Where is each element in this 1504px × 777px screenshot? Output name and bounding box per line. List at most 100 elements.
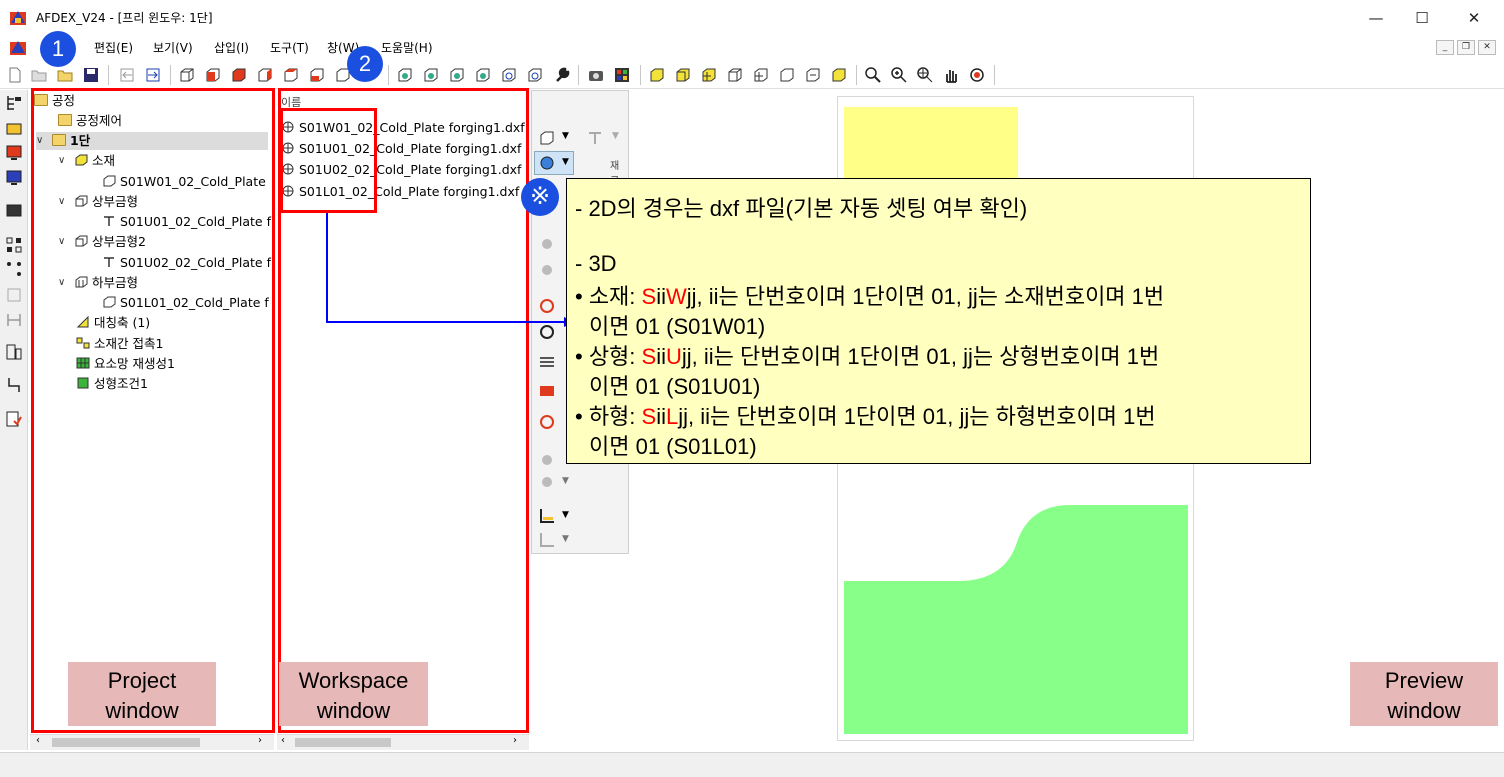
open-yellow-icon[interactable]: [56, 66, 74, 84]
color-palette-icon[interactable]: [613, 66, 631, 84]
menu-edit[interactable]: 편집(E): [94, 39, 133, 56]
toolbar-separator: [170, 65, 171, 85]
preview-lower-shape: [844, 505, 1188, 734]
friction-icon[interactable]: [538, 353, 556, 371]
axis-icon[interactable]: [538, 507, 556, 525]
menu-insert[interactable]: 삽입(I): [214, 39, 249, 56]
hidden-line-icon[interactable]: [778, 66, 796, 84]
heat-icon[interactable]: [538, 381, 556, 399]
save-icon[interactable]: [82, 66, 100, 84]
mdi-restore-button[interactable]: ❐: [1457, 40, 1475, 55]
main-toolbar: [0, 60, 1504, 89]
cube-view-icon[interactable]: [178, 66, 196, 84]
export-icon[interactable]: [144, 66, 162, 84]
measure-icon[interactable]: [5, 311, 23, 329]
zoom-in-icon[interactable]: [890, 66, 908, 84]
callout-upper-example: 이면 01 (S01U01): [589, 374, 761, 399]
wireframe-icon[interactable]: [726, 66, 744, 84]
preview-upper-shape: [844, 107, 1018, 181]
toolbar-separator: [994, 65, 995, 85]
cube-front-icon[interactable]: [204, 66, 222, 84]
pan-hand-icon[interactable]: [942, 66, 960, 84]
close-button[interactable]: ✕: [1459, 6, 1489, 30]
zoom-fit-icon[interactable]: [864, 66, 882, 84]
dropdown-arrow-icon: ▼: [562, 476, 569, 486]
callout-upper-rule: • 상형: SiiUjj, ii는 단번호이며 1단이면 01, jj는 상형번…: [575, 344, 1160, 369]
report-check-icon[interactable]: [5, 410, 23, 428]
scroll-left-icon[interactable]: ‹: [281, 735, 285, 746]
step-badge-2: 2: [347, 46, 383, 82]
file-list-highlight: [280, 108, 377, 213]
dropdown-arrow-icon[interactable]: ▼: [562, 510, 569, 520]
workspace-horizontal-scrollbar[interactable]: ‹ ›: [277, 734, 529, 750]
toolbar-separator: [856, 65, 857, 85]
callout-material-rule: • 소재: SiiWjj, ii는 단번호이며 1단이면 01, jj는 소재번…: [575, 284, 1165, 309]
display-settings-icon[interactable]: [5, 203, 23, 221]
layer-shade-icon[interactable]: [830, 66, 848, 84]
iso-view3-icon[interactable]: [448, 66, 466, 84]
mesh-icon[interactable]: [752, 66, 770, 84]
globe-material-icon[interactable]: [538, 154, 556, 172]
callout-lower-rule: • 하형: SiiLjj, ii는 단번호이며 1단이면 01, jj는 하형번…: [575, 404, 1156, 429]
scrollbar-thumb[interactable]: [52, 738, 200, 747]
window-title: AFDEX_V24 - [프리 윈도우: 1단]: [36, 11, 213, 25]
tree-view-icon[interactable]: [5, 94, 23, 112]
material-add-icon[interactable]: [538, 129, 556, 147]
minimize-button[interactable]: —: [1361, 6, 1391, 30]
import-icon[interactable]: [118, 66, 136, 84]
scrollbar-thumb[interactable]: [295, 738, 391, 747]
project-horizontal-scrollbar[interactable]: ‹ ›: [30, 734, 274, 750]
menu-help[interactable]: 도움말(H): [381, 39, 433, 56]
left-icon-strip: [0, 90, 28, 750]
grid-tool-icon[interactable]: [5, 236, 23, 254]
chart-tool-icon[interactable]: [5, 343, 23, 361]
cube-solid-icon[interactable]: [230, 66, 248, 84]
hand-die-icon[interactable]: [5, 119, 23, 137]
menu-tools[interactable]: 도구(T): [270, 39, 309, 56]
condition-l-icon[interactable]: [538, 413, 556, 431]
monitor-color-icon[interactable]: [5, 144, 23, 162]
dropdown-arrow-icon[interactable]: ▼: [562, 131, 569, 141]
shade-edge-icon[interactable]: [674, 66, 692, 84]
project-window-highlight: [31, 88, 275, 733]
open-folder-icon[interactable]: [30, 66, 48, 84]
afdex-logo-icon: [10, 11, 26, 25]
iso-view4-icon[interactable]: [474, 66, 492, 84]
scroll-right-icon[interactable]: ›: [258, 735, 262, 746]
camera-icon[interactable]: [587, 66, 605, 84]
swap-view-icon[interactable]: [804, 66, 822, 84]
cube-bottom-icon[interactable]: [308, 66, 326, 84]
dropdown-arrow-icon: ▼: [562, 534, 569, 544]
cube-side-icon[interactable]: [256, 66, 274, 84]
rotate-view2-icon[interactable]: [526, 66, 544, 84]
scroll-right-icon[interactable]: ›: [513, 735, 517, 746]
node-tool-icon[interactable]: [5, 260, 23, 278]
mdi-close-button[interactable]: ✕: [1478, 40, 1496, 55]
explanation-callout: - 2D의 경우는 dxf 파일(기본 자동 셋팅 여부 확인) - 3D • …: [566, 178, 1311, 464]
wrench-icon[interactable]: [553, 66, 571, 84]
maximize-button[interactable]: ☐: [1407, 6, 1437, 30]
iso-view2-icon[interactable]: [422, 66, 440, 84]
iso-view-icon[interactable]: [396, 66, 414, 84]
preview-window-label: Preview window: [1350, 662, 1498, 726]
probe-tool-icon[interactable]: [5, 376, 23, 394]
dropdown-arrow-icon[interactable]: ▼: [562, 157, 569, 167]
status-bar: [0, 752, 1504, 777]
zoom-window-icon[interactable]: [916, 66, 934, 84]
new-file-icon[interactable]: [6, 66, 24, 84]
box-tool-icon[interactable]: [5, 286, 23, 304]
rotate-view-icon[interactable]: [500, 66, 518, 84]
mdi-minimize-button[interactable]: _: [1436, 40, 1454, 55]
cube-top-icon[interactable]: [282, 66, 300, 84]
project-window-label: Project window: [68, 662, 216, 726]
mesh-shade-icon[interactable]: [700, 66, 718, 84]
scroll-left-icon[interactable]: ‹: [36, 735, 40, 746]
menu-view[interactable]: 보기(V): [153, 39, 193, 56]
monitor-list-icon[interactable]: [5, 169, 23, 187]
rotate-target-icon[interactable]: [968, 66, 986, 84]
toolbar-separator: [108, 65, 109, 85]
toolbar-separator: [640, 65, 641, 85]
gear-gray-icon: [542, 477, 552, 487]
shade-yellow-icon[interactable]: [648, 66, 666, 84]
gear-gray-icon: [542, 455, 552, 465]
